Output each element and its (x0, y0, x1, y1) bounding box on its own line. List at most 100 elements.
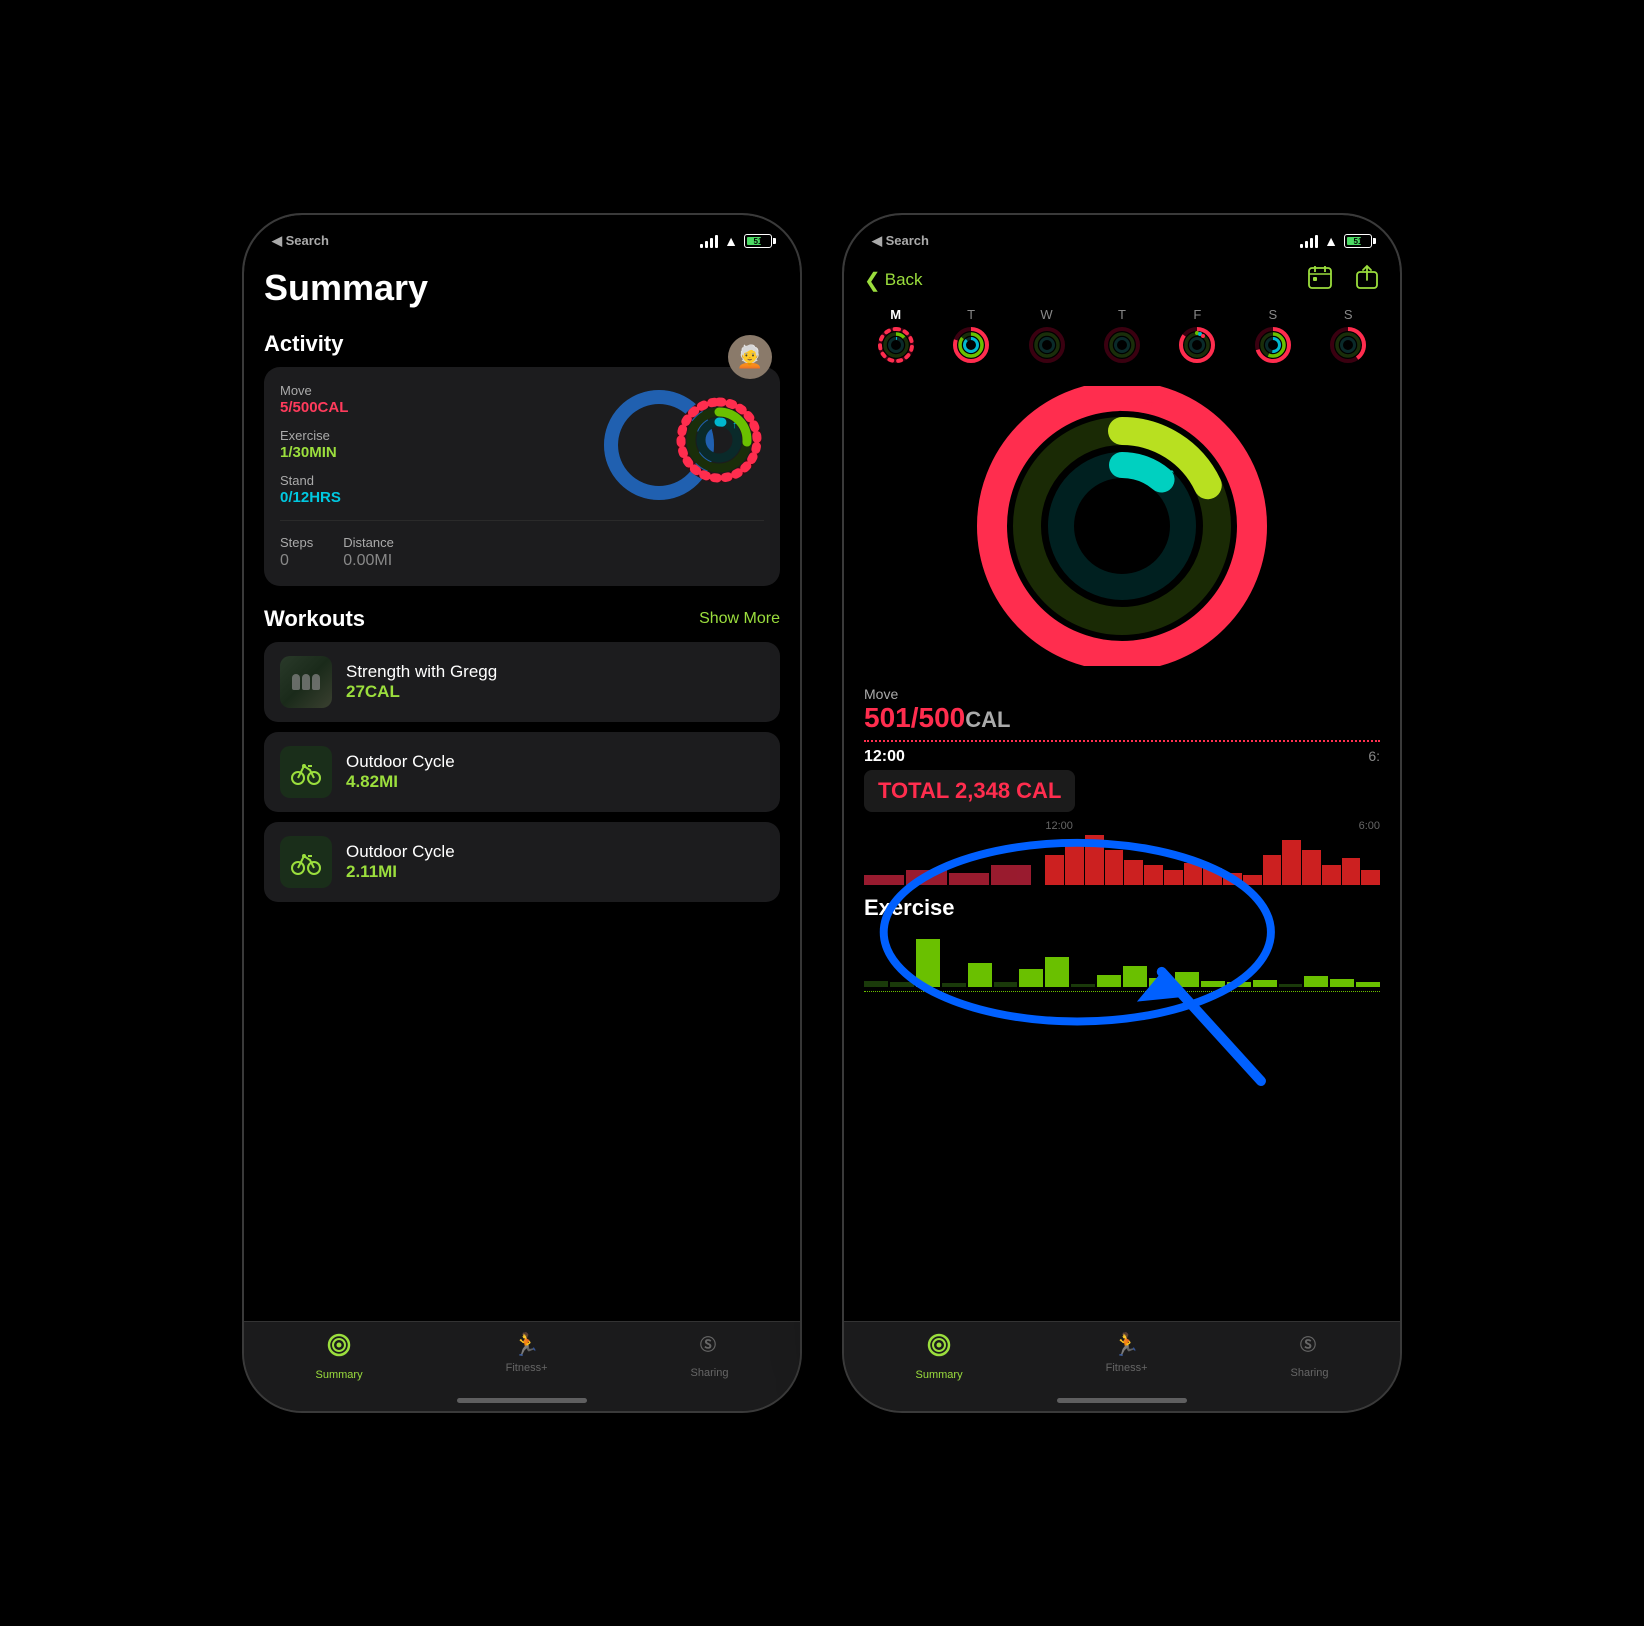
day-label-s2: S (1344, 307, 1353, 322)
ex-bar (1045, 957, 1069, 987)
tab-summary[interactable]: Summary (316, 1332, 363, 1381)
share-icon[interactable] (1354, 264, 1380, 296)
bar (1223, 873, 1242, 886)
bar (1322, 865, 1341, 885)
workout-name-cycle2: Outdoor Cycle (346, 842, 455, 862)
exercise-bar-chart (864, 927, 1380, 987)
activity-labels: Move 5/500CAL Exercise 1/30MIN (280, 383, 584, 506)
battery-icon: 51 (744, 234, 772, 248)
svg-text:↑: ↑ (1168, 466, 1176, 483)
back-nav: ❮ Back (844, 257, 1400, 307)
cycle-icon (290, 756, 322, 788)
left-phone: ◀ Search 6:04 ▲ 51 Summary 🧑‍🦳 (242, 213, 802, 1413)
bar (991, 865, 1031, 885)
large-rings-area: → → ↑ (844, 376, 1400, 686)
ex-bar (942, 983, 966, 987)
workout-value-strength: 27CAL (346, 682, 497, 702)
move-item: Move 5/500CAL (280, 383, 584, 416)
right-tab-sharing[interactable]: Ⓢ Sharing (1291, 1332, 1329, 1381)
bar (1342, 858, 1361, 886)
workout-thumbnail-strength (280, 656, 332, 708)
distance-value: 0.00MI (343, 552, 394, 570)
exercise-section: Exercise (844, 885, 1400, 992)
workouts-section-title: Workouts (264, 606, 365, 632)
show-more-button[interactable]: Show More (699, 610, 780, 628)
day-label-m: M (890, 307, 901, 322)
day-tuesday[interactable]: T (952, 307, 990, 364)
ex-bar (1097, 975, 1121, 987)
day-wednesday[interactable]: W (1028, 307, 1066, 364)
total-cal-value: TOTAL 2,348 CAL (878, 778, 1061, 803)
calendar-icon[interactable] (1306, 263, 1334, 297)
day-ring-thursday (1103, 326, 1141, 364)
activity-card: Move 5/500CAL Exercise 1/30MIN (264, 367, 780, 586)
right-phone: ◀ Search 6:04 ▲ 51 ❮ Back (842, 213, 1402, 1413)
workout-item-strength[interactable]: Strength with Gregg 27CAL (264, 642, 780, 722)
right-bar-chart (1045, 835, 1380, 885)
bar (906, 870, 946, 885)
chart-bars-right: 12:00 6:00 (1045, 820, 1380, 885)
workout-name-strength: Strength with Gregg (346, 662, 497, 682)
right-search-back[interactable]: ◀ Search (872, 233, 929, 249)
summary-tab-icon (326, 1332, 352, 1365)
chart-dotted-line (864, 740, 1380, 742)
steps-value: 0 (280, 552, 313, 570)
stand-value: 0/12HRS (280, 489, 584, 506)
workout-info-strength: Strength with Gregg 27CAL (346, 662, 497, 702)
bar (1105, 850, 1124, 885)
tab-sharing[interactable]: Ⓢ Sharing (691, 1332, 729, 1381)
chart-time-end-partial: 6: (1368, 748, 1380, 766)
bar (1164, 870, 1183, 885)
day-saturday[interactable]: S (1254, 307, 1292, 364)
stand-item: Stand 0/12HRS (280, 473, 584, 506)
chart-right-label-start: 12:00 (1045, 820, 1073, 832)
chart-time-row: 12:00 6: (864, 748, 1380, 766)
workout-info-cycle1: Outdoor Cycle 4.82MI (346, 752, 455, 792)
ex-bar (1356, 982, 1380, 987)
distance-label: Distance (343, 535, 394, 550)
fitness-tab-icon: 🏃 (513, 1332, 540, 1358)
ex-bar (864, 981, 888, 987)
ex-bar (1279, 984, 1303, 987)
dynamic-island (462, 229, 582, 263)
day-label-w: W (1040, 307, 1052, 322)
workout-item-cycle1[interactable]: Outdoor Cycle 4.82MI (264, 732, 780, 812)
bar (1124, 860, 1143, 885)
sharing-tab-icon: Ⓢ (697, 1332, 721, 1363)
right-tab-sharing-label: Sharing (1291, 1367, 1329, 1379)
exercise-label: Exercise (280, 428, 584, 443)
cycle-icon-2 (290, 846, 322, 878)
tab-fitness[interactable]: 🏃 Fitness+ (506, 1332, 548, 1381)
workout-item-cycle2[interactable]: Outdoor Cycle 2.11MI (264, 822, 780, 902)
day-sunday[interactable]: S (1329, 307, 1367, 364)
move-label: Move (280, 383, 584, 398)
back-label: Back (885, 270, 923, 290)
day-friday[interactable]: F (1178, 307, 1216, 364)
back-button[interactable]: ❮ Back (864, 268, 923, 293)
exercise-value: 1/30MIN (280, 444, 584, 461)
bar (1144, 865, 1163, 885)
move-stats: Move 501/500CAL (844, 686, 1400, 740)
svg-text:Ⓢ: Ⓢ (700, 1335, 716, 1354)
right-home-indicator (1057, 1398, 1187, 1403)
day-monday[interactable]: M (877, 307, 915, 364)
workouts-header: Workouts Show More (264, 606, 780, 632)
right-tab-fitness[interactable]: 🏃 Fitness+ (1106, 1332, 1148, 1381)
chart-time-start: 12:00 (864, 748, 905, 766)
right-tab-summary[interactable]: Summary (916, 1332, 963, 1381)
move-label-right: Move (864, 686, 1380, 702)
avatar-button[interactable]: 🧑‍🦳 (728, 335, 772, 379)
search-back[interactable]: ◀ Search (272, 233, 329, 249)
large-activity-rings: → → ↑ (972, 386, 1272, 666)
nav-icons (1306, 263, 1380, 297)
right-sharing-tab-icon: Ⓢ (1297, 1332, 1321, 1363)
workout-name-cycle1: Outdoor Cycle (346, 752, 455, 772)
day-thursday[interactable]: T (1103, 307, 1141, 364)
activity-section-title: Activity (264, 331, 780, 357)
move-cal-unit: CAL (965, 707, 1010, 732)
day-label-t2: T (1118, 307, 1126, 322)
bar (1203, 868, 1222, 886)
ex-bar (1071, 984, 1095, 987)
wifi-icon: ▲ (724, 233, 738, 249)
bar (864, 875, 904, 885)
